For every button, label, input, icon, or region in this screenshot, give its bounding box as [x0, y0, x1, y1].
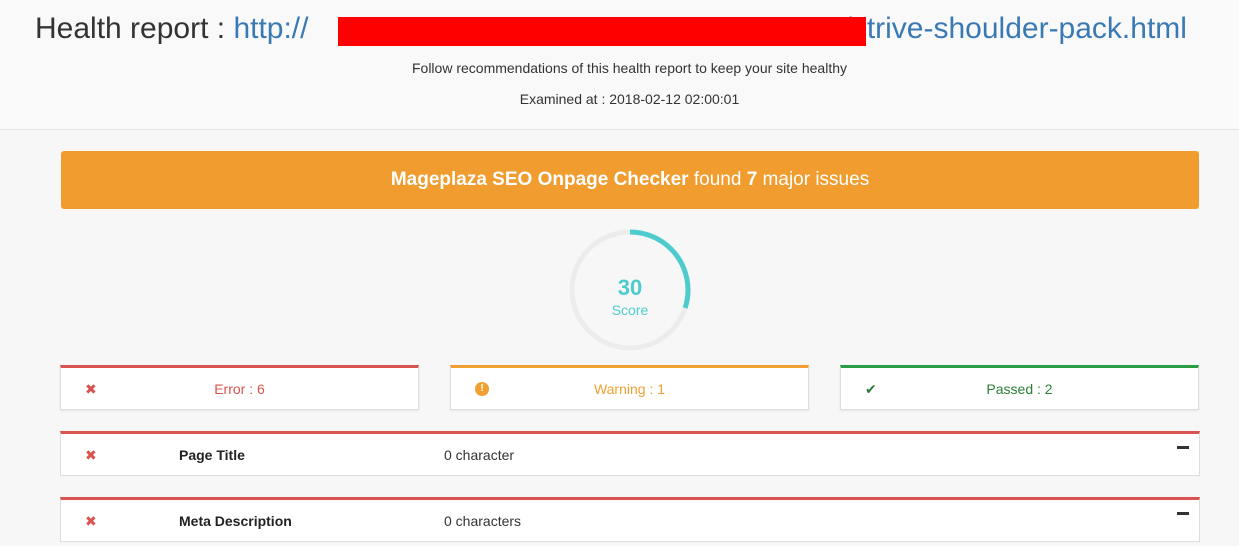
report-title-label: Health report :	[35, 12, 234, 45]
banner-found: found	[688, 169, 747, 190]
cross-icon: ✖	[85, 513, 97, 529]
collapse-icon[interactable]	[1177, 512, 1189, 515]
check-name: Meta Description	[179, 513, 292, 529]
banner-brand: Mageplaza SEO Onpage Checker	[390, 169, 689, 190]
passed-summary[interactable]: ✔ Passed : 2	[840, 365, 1199, 410]
check-value: 0 characters	[444, 513, 522, 529]
check-row-page-title[interactable]: ✖ Page Title 0 character	[60, 431, 1200, 476]
banner-tail: major issues	[757, 169, 870, 190]
report-url-suffix[interactable]: /strive-shoulder-pack.html	[843, 12, 1186, 45]
score-label: Score	[611, 302, 649, 318]
score-value: 30	[617, 275, 643, 300]
report-header: Health report : http:// /strive-shoulder-…	[0, 0, 1239, 130]
passed-count: Passed : 2	[986, 381, 1053, 397]
report-url-prefix[interactable]: http://	[233, 12, 308, 45]
error-summary[interactable]: ✖ Error : 6	[60, 365, 419, 410]
warning-summary[interactable]: ! Warning : 1	[450, 365, 809, 410]
examined-timestamp: Examined at : 2018-02-12 02:00:01	[519, 91, 740, 107]
check-value: 0 character	[444, 447, 515, 463]
collapse-icon[interactable]	[1177, 446, 1189, 449]
banner-count: 7	[746, 169, 758, 190]
issues-banner: Mageplaza SEO Onpage Checker found 7 maj…	[61, 151, 1199, 209]
redaction-bar	[338, 17, 866, 46]
check-name: Page Title	[179, 447, 245, 463]
check-row-meta-description[interactable]: ✖ Meta Description 0 characters	[60, 497, 1200, 542]
error-count: Error : 6	[214, 381, 265, 397]
cross-icon: ✖	[85, 447, 97, 463]
warning-count: Warning : 1	[593, 381, 666, 397]
report-subtitle: Follow recommendations of this health re…	[411, 60, 847, 76]
